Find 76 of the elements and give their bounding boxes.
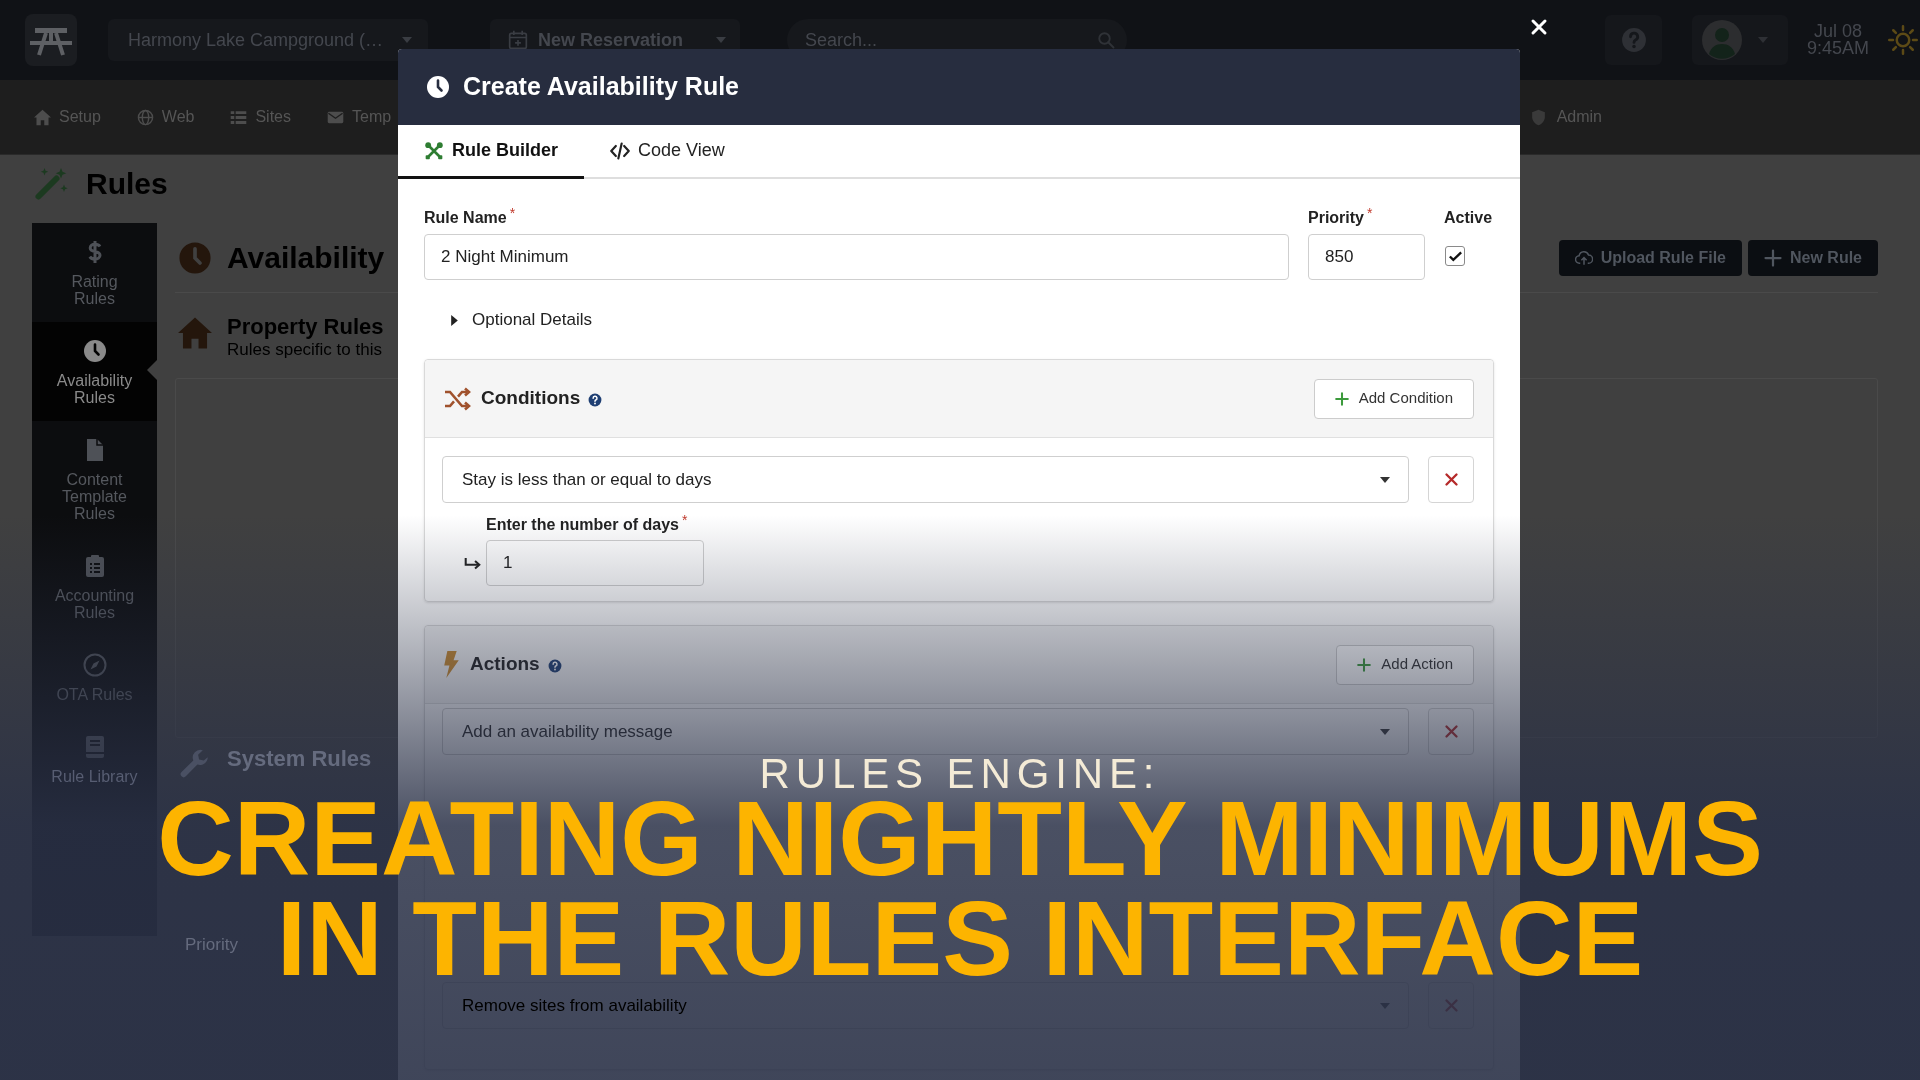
dropdown-select[interactable]: Remove sites from availability	[442, 982, 1409, 1029]
clock-icon	[426, 75, 450, 99]
video-kicker: RULES ENGINE:	[759, 757, 1161, 791]
tools-icon	[424, 140, 444, 161]
tab[interactable]: Rule Builder	[398, 125, 584, 179]
close-icon	[1443, 724, 1459, 739]
text-input[interactable]: 1	[486, 540, 704, 586]
field-label: Active	[1444, 208, 1493, 228]
clock-icon	[178, 240, 212, 275]
lightning-icon	[443, 651, 460, 678]
close-icon	[1530, 18, 1548, 36]
caret-down-icon	[1758, 37, 1768, 43]
modal-title: Create Availability Rule	[463, 71, 740, 103]
video-title: IN THE RULES INTERFACE	[276, 898, 1644, 978]
magic-wand-icon	[34, 165, 70, 201]
close-button[interactable]	[1530, 18, 1548, 36]
shield-icon	[1529, 108, 1547, 126]
plus-icon	[1764, 248, 1782, 267]
sun-icon	[1888, 25, 1918, 55]
field-label: Enter the number of days	[486, 515, 679, 535]
table-logo-icon	[25, 14, 77, 66]
video-title: CREATING NIGHTLY MINIMUMS	[157, 798, 1763, 878]
time-text: 9:45AM	[1807, 40, 1870, 57]
checkbox[interactable]	[1445, 246, 1465, 266]
column-header: Priority	[185, 934, 238, 956]
dropdown-select[interactable]: Add an availability message	[442, 708, 1409, 755]
caret-down-icon	[402, 37, 412, 43]
add-button[interactable]: Add Condition	[1313, 378, 1474, 419]
dropdown-select[interactable]: Stay is less than or equal to days	[442, 456, 1409, 503]
add-button[interactable]: Add Action	[1336, 644, 1474, 685]
pointer-icon	[147, 360, 157, 380]
globe-icon	[136, 108, 154, 126]
required-mark: *	[1367, 204, 1373, 223]
clock-icon	[82, 338, 107, 364]
code-icon	[610, 140, 630, 161]
help-icon	[547, 659, 562, 673]
remove-button[interactable]	[1428, 708, 1474, 755]
disclosure-toggle[interactable]: Optional Details	[451, 308, 592, 332]
section-heading: System Rules	[227, 746, 372, 772]
page-title: Rules	[86, 165, 168, 202]
field-label: Rule Name	[424, 208, 507, 228]
caret-down-icon	[1380, 476, 1390, 483]
avatar-icon	[1702, 20, 1742, 60]
return-arrow-icon	[464, 556, 481, 570]
upload-button[interactable]: Upload Rule File	[1558, 239, 1742, 276]
new-rule-button[interactable]: New Rule	[1748, 239, 1878, 276]
plus-icon	[1334, 391, 1349, 406]
cloud-upload-icon	[1574, 248, 1593, 267]
close-icon	[1443, 472, 1459, 487]
close-icon	[1443, 998, 1459, 1013]
caret-right-icon	[451, 314, 458, 326]
field-label: Priority	[1308, 208, 1364, 228]
caret-down-icon	[1380, 1002, 1390, 1009]
shuffle-icon	[443, 386, 471, 411]
list-icon	[230, 108, 248, 126]
panel-title: Actions	[470, 652, 540, 677]
house-icon	[34, 108, 51, 126]
plus-icon	[1357, 657, 1372, 672]
tab[interactable]: Code View	[584, 125, 751, 179]
sidebar-item[interactable]: Availability Rules	[32, 322, 157, 421]
section-heading: Property Rules	[227, 314, 384, 340]
help-icon	[1620, 27, 1647, 53]
required-mark: *	[509, 204, 516, 223]
help-icon	[588, 393, 603, 407]
remove-button[interactable]	[1428, 456, 1474, 503]
caret-down-icon	[716, 37, 726, 43]
caret-down-icon	[1380, 728, 1390, 735]
text-input[interactable]: 2 Night Minimum	[424, 234, 1289, 280]
section-subtitle: Rules specific to this	[227, 340, 383, 360]
calendar-plus-icon	[508, 30, 528, 50]
text-input[interactable]: 850	[1308, 234, 1425, 280]
section-title: Availability	[227, 240, 385, 276]
panel-title: Conditions	[481, 386, 581, 411]
required-mark: *	[681, 511, 688, 530]
compass-icon	[82, 652, 107, 678]
date-text: Jul 08	[1813, 23, 1862, 40]
